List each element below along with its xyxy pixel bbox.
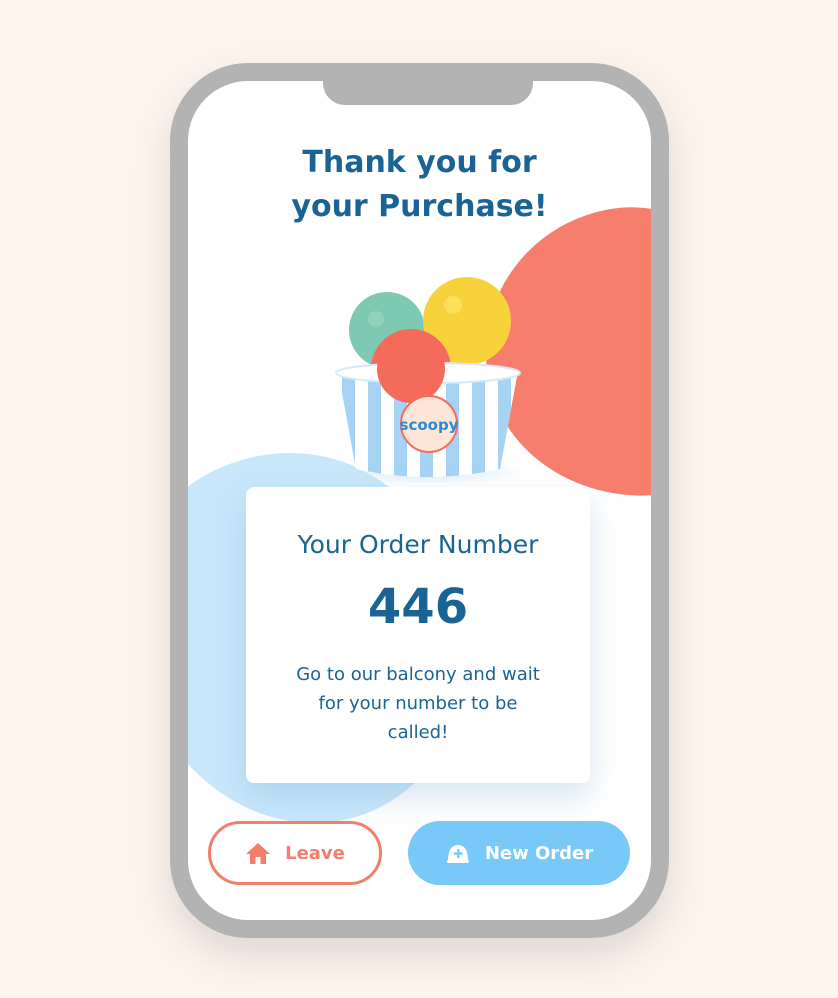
page-title: Thank you for your Purchase! xyxy=(188,141,651,229)
page-title-line-2: your Purchase! xyxy=(291,189,548,224)
order-number: 446 xyxy=(367,579,469,635)
product-logo-text: scoopy xyxy=(400,416,459,434)
app-screen: Thank you for your Purchase! scoopy Your… xyxy=(188,81,651,920)
new-order-button[interactable]: New Order xyxy=(408,821,630,885)
home-icon xyxy=(245,841,271,865)
new-order-button-label: New Order xyxy=(484,842,594,864)
order-card: Your Order Number 446 Go to our balcony … xyxy=(246,487,590,783)
ice-cream-add-icon xyxy=(445,841,471,865)
leave-button[interactable]: Leave xyxy=(208,821,382,885)
phone-frame: Thank you for your Purchase! scoopy Your… xyxy=(170,63,669,938)
phone-notch xyxy=(323,81,533,105)
order-instructions: Go to our balcony and wait for your numb… xyxy=(296,664,540,743)
page-title-line-1: Thank you for xyxy=(302,145,537,180)
ice-cream-cup-image: scoopy xyxy=(333,277,523,483)
leave-button-label: Leave xyxy=(285,842,345,864)
order-card-heading: Your Order Number xyxy=(297,530,539,559)
